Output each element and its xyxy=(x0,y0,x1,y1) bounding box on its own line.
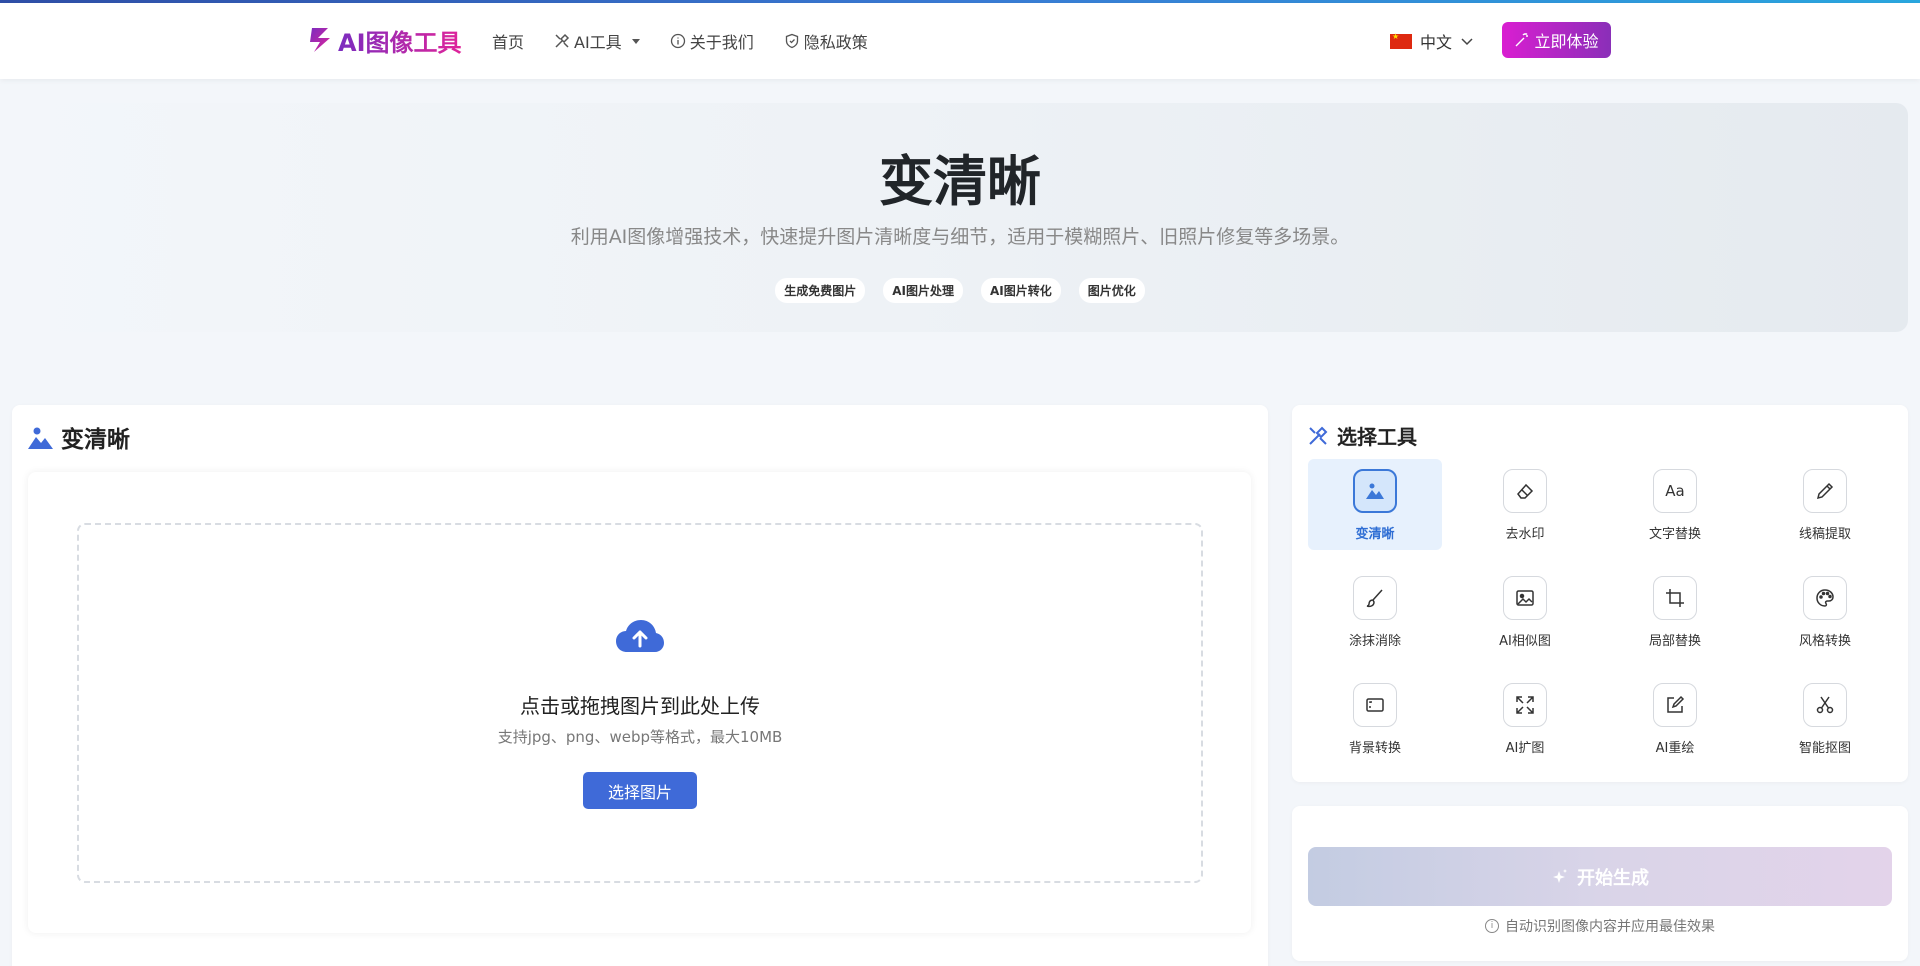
tool-label: 风格转换 xyxy=(1798,634,1851,649)
tools-panel-title: 选择工具 xyxy=(1307,421,1417,450)
nav-privacy-label: 隐私政策 xyxy=(803,33,868,52)
hero-tag[interactable]: AI图片转化 xyxy=(981,278,1061,303)
tool-label: 智能抠图 xyxy=(1798,741,1851,756)
tool-icon-box xyxy=(1803,576,1847,620)
tool-partial-replace[interactable]: 局部替换 xyxy=(1608,566,1742,657)
tool-similar-image[interactable]: AI相似图 xyxy=(1458,566,1592,657)
tool-text-replace[interactable]: Aa 文字替换 xyxy=(1608,459,1742,550)
tool-enhance[interactable]: 变清晰 xyxy=(1308,459,1442,550)
chevron-down-icon xyxy=(631,38,640,44)
tool-label: 线稿提取 xyxy=(1798,527,1851,542)
magic-wand-icon xyxy=(1515,33,1529,47)
nav-about-label: 关于我们 xyxy=(689,33,754,52)
main-nav: 首页 AI工具 关于我们 隐私政策 xyxy=(492,29,868,53)
eraser-icon xyxy=(1517,483,1534,499)
hero-tag[interactable]: 图片优化 xyxy=(1078,278,1145,303)
dropzone-hint: 支持jpg、png、webp等格式，最大10MB xyxy=(497,728,783,746)
tool-label: 去水印 xyxy=(1505,527,1545,542)
image-icon xyxy=(1366,483,1384,499)
nav-about[interactable]: 关于我们 xyxy=(670,29,754,53)
tool-icon-box: Aa xyxy=(1653,469,1697,513)
page-title: 变清晰 xyxy=(879,150,1041,213)
tool-icon-box xyxy=(1503,469,1547,513)
tool-label: AI相似图 xyxy=(1499,634,1551,649)
language-label: 中文 xyxy=(1420,33,1453,52)
china-flag-icon xyxy=(1390,32,1412,49)
nav-ai-tools-label: AI工具 xyxy=(574,33,622,52)
page-subtitle: 利用AI图像增强技术，快速提升图片清晰度与细节，适用于模糊照片、旧照片修复等多场… xyxy=(570,226,1350,248)
tool-redraw[interactable]: AI重绘 xyxy=(1608,673,1742,764)
expand-icon xyxy=(1516,696,1534,714)
hero-tag[interactable]: AI图片处理 xyxy=(883,278,963,303)
tool-icon-box xyxy=(1653,576,1697,620)
scissors-icon xyxy=(1816,696,1834,714)
hero-tag[interactable]: 生成免费图片 xyxy=(775,278,866,303)
language-selector[interactable]: 中文 xyxy=(1390,29,1474,53)
tool-icon-box xyxy=(1503,683,1547,727)
nav-privacy[interactable]: 隐私政策 xyxy=(784,29,868,53)
nav-ai-tools[interactable]: AI工具 xyxy=(554,29,640,53)
info-icon xyxy=(670,33,685,49)
tool-label: 文字替换 xyxy=(1648,527,1701,542)
logo[interactable]: AI图像工具 xyxy=(308,23,462,57)
tool-label: AI扩图 xyxy=(1505,741,1545,756)
generate-hint-text: 自动识别图像内容并应用最佳效果 xyxy=(1505,919,1715,935)
tool-icon-box xyxy=(1353,469,1397,513)
tool-background-change[interactable]: 背景转换 xyxy=(1308,673,1442,764)
pencil-icon xyxy=(1816,482,1834,500)
tool-icon-box xyxy=(1353,576,1397,620)
try-now-label: 立即体验 xyxy=(1534,34,1599,51)
chevron-down-icon xyxy=(1461,38,1473,46)
upload-panel-title: 变清晰 xyxy=(28,420,130,454)
tool-icon-box xyxy=(1803,469,1847,513)
info-icon: i xyxy=(1485,919,1499,933)
start-generate-button[interactable]: 开始生成 xyxy=(1308,847,1892,906)
image-icon xyxy=(28,427,53,449)
sparkle-icon xyxy=(1553,868,1567,883)
upload-panel-title-text: 变清晰 xyxy=(61,427,130,453)
tool-icon-box xyxy=(1803,683,1847,727)
palette-icon xyxy=(1816,589,1834,607)
tool-smudge-erase[interactable]: 涂抹消除 xyxy=(1308,566,1442,657)
tool-icon-box xyxy=(1503,576,1547,620)
tool-remove-watermark[interactable]: 去水印 xyxy=(1458,459,1592,550)
cloud-upload-icon xyxy=(616,620,664,652)
tool-style-transfer[interactable]: 风格转换 xyxy=(1758,566,1892,657)
generate-hint: i 自动识别图像内容并应用最佳效果 xyxy=(1292,916,1908,936)
tool-label: 涂抹消除 xyxy=(1348,634,1401,649)
shield-icon xyxy=(785,33,798,49)
tools-grid: 变清晰 去水印 Aa 文字替换 线稿提取 涂抹消除 AI相似图 局部替换 风格转… xyxy=(1308,459,1893,764)
try-now-button[interactable]: 立即体验 xyxy=(1502,22,1611,58)
tool-icon-box xyxy=(1653,683,1697,727)
tool-icon-box xyxy=(1353,683,1397,727)
tool-label: 背景转换 xyxy=(1348,741,1401,756)
tool-line-art[interactable]: 线稿提取 xyxy=(1758,459,1892,550)
choose-image-button[interactable]: 选择图片 xyxy=(583,772,697,809)
dropzone-title: 点击或拖拽图片到此处上传 xyxy=(520,694,760,718)
logo-icon xyxy=(310,28,330,52)
nav-home[interactable]: 首页 xyxy=(492,29,524,53)
tool-expand[interactable]: AI扩图 xyxy=(1458,673,1592,764)
tools-icon xyxy=(1309,426,1328,445)
crop-icon xyxy=(1666,589,1684,607)
tools-icon xyxy=(555,33,570,48)
tool-label: AI重绘 xyxy=(1655,741,1695,756)
tool-label: 局部替换 xyxy=(1648,634,1701,649)
text-icon: Aa xyxy=(1665,482,1685,500)
hero-tags: 生成免费图片 AI图片处理 AI图片转化 图片优化 xyxy=(0,278,1920,303)
brand-name: AI图像工具 xyxy=(338,23,462,58)
tools-panel-title-text: 选择工具 xyxy=(1337,425,1417,449)
nav-home-label: 首页 xyxy=(492,33,525,52)
images-icon xyxy=(1516,590,1534,606)
brush-icon xyxy=(1366,589,1383,608)
edit-icon xyxy=(1667,695,1685,713)
start-generate-label: 开始生成 xyxy=(1577,867,1649,888)
frame-icon xyxy=(1366,698,1384,712)
site-header: AI图像工具 首页 AI工具 关于我们 隐私政策 中文 立即体验 xyxy=(0,3,1920,79)
tool-cutout[interactable]: 智能抠图 xyxy=(1758,673,1892,764)
tool-label: 变清晰 xyxy=(1355,527,1395,542)
